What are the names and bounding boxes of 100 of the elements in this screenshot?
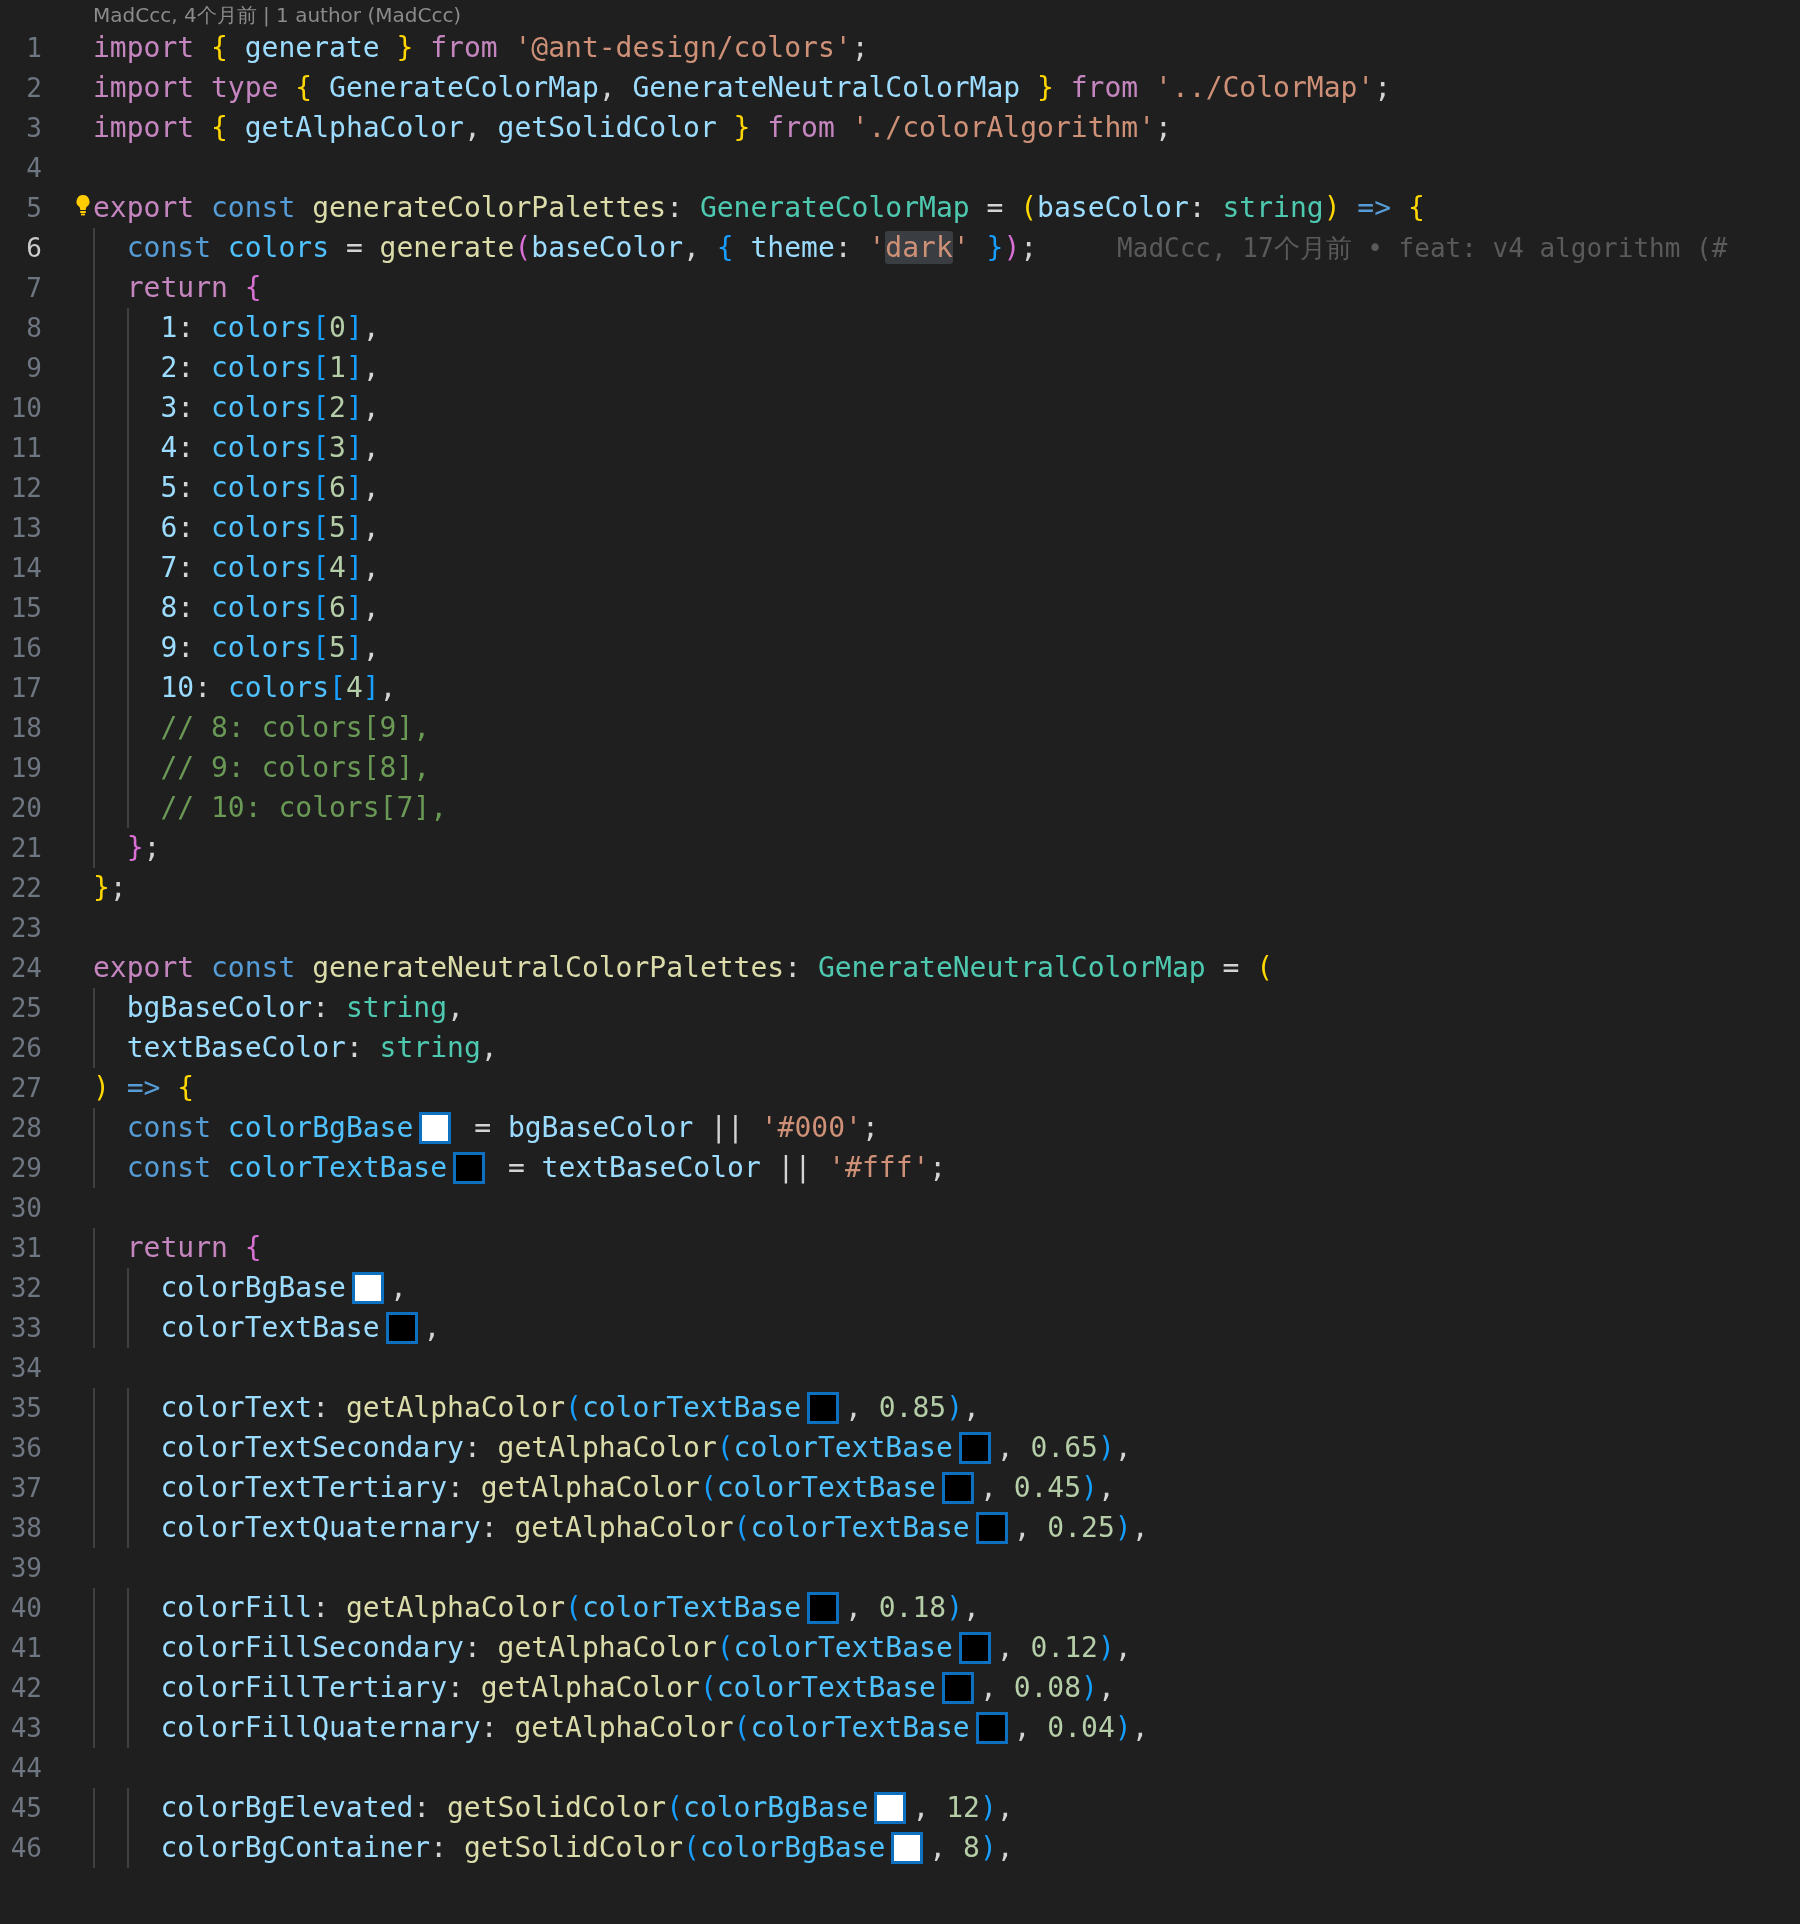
code-text: 4: colors[3], <box>159 431 380 465</box>
line-number: 30 <box>9 1193 42 1223</box>
line-number: 45 <box>9 1793 42 1823</box>
line-number: 10 <box>9 393 42 423</box>
line-number: 28 <box>9 1113 42 1143</box>
code-text: , 0.18), <box>845 1591 980 1625</box>
code-text: colorTextQuaternary: getAlphaColor(colorTextBase <box>159 1511 970 1545</box>
code-text: , <box>423 1311 441 1345</box>
code-text: 2: colors[1], <box>159 351 380 385</box>
color-swatch[interactable] <box>453 1152 486 1184</box>
line-number: 5 <box>25 193 42 223</box>
line-number: 39 <box>9 1553 42 1583</box>
code-text: }; <box>125 831 161 865</box>
line-number: 16 <box>9 633 42 663</box>
code-text: 8: colors[6], <box>159 591 380 625</box>
code-text: 7: colors[4], <box>159 551 380 585</box>
line-number: 13 <box>9 513 42 543</box>
line-number: 40 <box>9 1593 42 1623</box>
code-text: colorTextSecondary: getAlphaColor(colorTextBase <box>159 1431 953 1465</box>
code-text: // 10: colors[7], <box>159 791 447 825</box>
blame-annotation: MadCcc, 17个月前 • feat: v4 algorithm (# <box>1117 232 1728 265</box>
code-text: 1: colors[0], <box>159 311 380 345</box>
line-number: 3 <box>25 113 42 143</box>
color-swatch[interactable] <box>807 1592 840 1624</box>
lightbulb-icon[interactable] <box>75 194 91 216</box>
line-number: 21 <box>9 833 42 863</box>
line-number: 7 <box>25 273 42 303</box>
code-text: , 0.65), <box>996 1431 1132 1465</box>
color-swatch[interactable] <box>975 1712 1008 1744</box>
line-number: 11 <box>9 433 42 463</box>
code-text: return { <box>125 1231 262 1265</box>
code-text: import { getAlphaColor, getSolidColor } from './colorAlgorithm'; <box>93 111 1172 145</box>
line-number: 36 <box>9 1433 42 1463</box>
line-number: 8 <box>25 313 42 343</box>
line-number: 22 <box>9 873 42 903</box>
color-swatch[interactable] <box>975 1512 1008 1544</box>
code-text: colorBgBase <box>159 1271 346 1305</box>
color-swatch[interactable] <box>807 1392 840 1424</box>
codelens-annotation[interactable]: MadCcc, 4个月前 | 1 author (MadCcc) <box>93 2 462 28</box>
code-text: textBaseColor: string, <box>125 1031 498 1065</box>
line-number: 37 <box>9 1473 42 1503</box>
line-number: 24 <box>9 953 42 983</box>
code-text: = textBaseColor || '#fff'; <box>506 1151 947 1185</box>
code-text: const colorBgBase <box>125 1111 414 1145</box>
code-text: import { generate } from '@ant-design/colors'; <box>93 31 869 65</box>
line-number: 43 <box>9 1713 42 1743</box>
line-number: 38 <box>9 1513 42 1543</box>
color-swatch[interactable] <box>891 1832 924 1864</box>
code-text: = bgBaseColor || '#000'; <box>473 1111 879 1145</box>
line-number: 27 <box>9 1073 42 1103</box>
code-text: , 0.04), <box>1013 1711 1149 1745</box>
code-text: // 9: colors[8], <box>159 751 431 785</box>
code-text: }; <box>93 871 127 905</box>
color-swatch[interactable] <box>958 1432 991 1464</box>
line-number: 35 <box>9 1393 42 1423</box>
code-text: , 0.25), <box>1013 1511 1149 1545</box>
color-swatch[interactable] <box>874 1792 907 1824</box>
line-number: 4 <box>25 153 42 183</box>
line-number: 41 <box>9 1633 42 1663</box>
code-text: , 8), <box>929 1831 1014 1865</box>
code-text: colorBgElevated: getSolidColor(colorBgBase <box>159 1791 869 1825</box>
code-text: 6: colors[5], <box>159 511 380 545</box>
code-text: colorTextBase <box>159 1311 380 1345</box>
code-text: // 8: colors[9], <box>159 711 431 745</box>
line-number: 15 <box>9 593 42 623</box>
line-number: 17 <box>9 673 42 703</box>
line-number: 20 <box>9 793 42 823</box>
code-text: , 0.08), <box>979 1671 1115 1705</box>
code-text: , 0.12), <box>996 1631 1132 1665</box>
line-number: 44 <box>9 1753 42 1783</box>
code-text: colorText: getAlphaColor(colorTextBase <box>159 1391 802 1425</box>
code-text: 10: colors[4], <box>159 671 397 705</box>
line-number: 23 <box>9 913 42 943</box>
color-swatch[interactable] <box>419 1112 452 1144</box>
line-number: 2 <box>25 73 42 103</box>
code-text: , 0.45), <box>979 1471 1115 1505</box>
code-text: const colorTextBase <box>125 1151 448 1185</box>
color-swatch[interactable] <box>385 1312 418 1344</box>
line-number: 19 <box>9 753 42 783</box>
code-text: import type { GenerateColorMap, GenerateNeutralColorMap } from '../ColorMap'; <box>93 71 1392 105</box>
code-text: , 12), <box>912 1791 1014 1825</box>
code-text: export const generateNeutralColorPalettes: GenerateNeutralColorMap = ( <box>93 951 1274 985</box>
code-text: colorFillQuaternary: getAlphaColor(colorTextBase <box>159 1711 970 1745</box>
color-swatch[interactable] <box>351 1272 384 1304</box>
code-text: const colors = generate(baseColor, { theme: 'dark' }); <box>125 231 1038 265</box>
code-text: export const generateColorPalettes: GenerateColorMap = (baseColor: string) => { <box>93 191 1425 225</box>
code-text: 9: colors[5], <box>159 631 380 665</box>
code-text: colorTextTertiary: getAlphaColor(colorTextBase <box>159 1471 936 1505</box>
color-swatch[interactable] <box>941 1472 974 1504</box>
color-swatch[interactable] <box>941 1672 974 1704</box>
code-text: , 0.85), <box>845 1391 980 1425</box>
line-number: 1 <box>25 33 42 63</box>
line-number: 34 <box>9 1353 42 1383</box>
code-text: bgBaseColor: string, <box>125 991 464 1025</box>
line-number: 14 <box>9 553 42 583</box>
color-swatch[interactable] <box>958 1632 991 1664</box>
line-number: 18 <box>9 713 42 743</box>
code-text: return { <box>125 271 262 305</box>
line-number: 12 <box>9 473 42 503</box>
line-number: 32 <box>9 1273 42 1303</box>
